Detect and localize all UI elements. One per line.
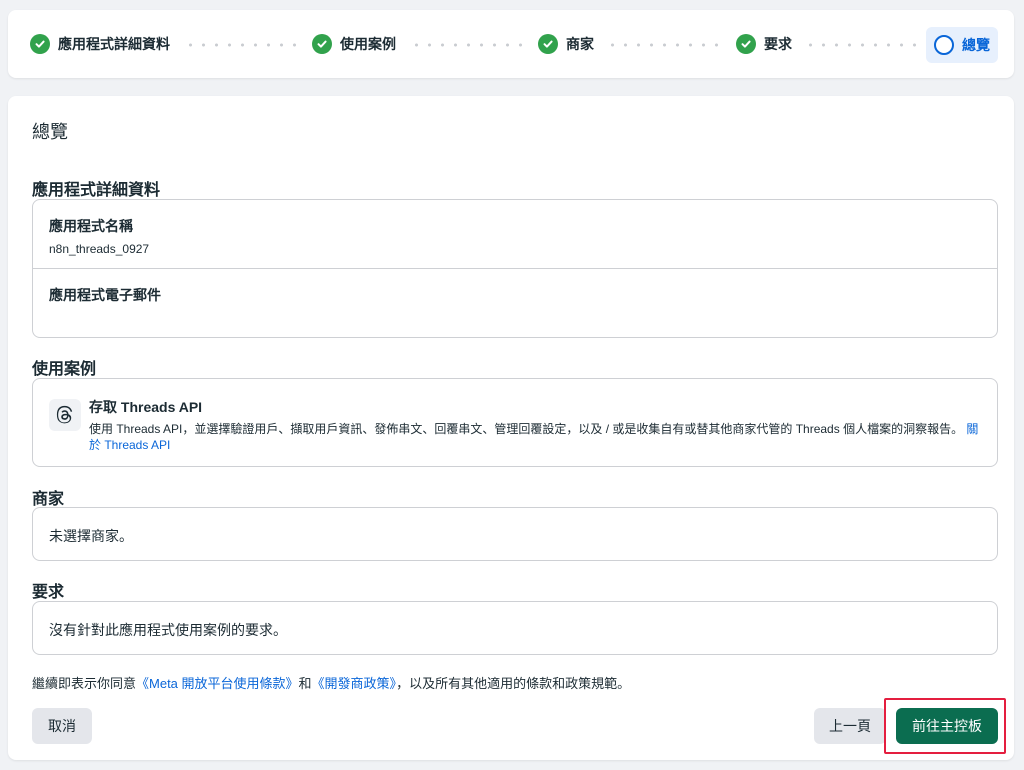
about-threads-api-link[interactable]: 關 [966, 422, 978, 436]
step-connector [804, 43, 918, 47]
step-requirements[interactable]: 要求 [736, 32, 792, 56]
app-email-label: 應用程式電子郵件 [49, 287, 161, 303]
step-label: 要求 [764, 36, 792, 52]
meta-platform-terms-link[interactable]: 《Meta 開放平台使用條款》 [136, 676, 299, 691]
back-button[interactable]: 上一頁 [814, 708, 886, 744]
check-circle-icon [312, 34, 332, 54]
cancel-button[interactable]: 取消 [32, 708, 92, 744]
use-case-box: 存取 Threads API 使用 Threads API，並選擇驗證用戶、擷取… [32, 378, 998, 467]
terms-suffix: ，以及所有其他適用的條款和政策規範。 [396, 676, 631, 691]
step-label: 使用案例 [340, 36, 396, 52]
requirements-box: 沒有針對此應用程式使用案例的要求。 [32, 601, 998, 655]
requirements-value: 沒有針對此應用程式使用案例的要求。 [49, 622, 287, 638]
about-threads-api-link-cont[interactable]: 於 Threads API [89, 438, 170, 452]
use-case-title: 存取 Threads API [89, 399, 203, 415]
terms-prefix: 繼續即表示你同意 [32, 676, 137, 691]
step-label: 應用程式詳細資料 [58, 36, 170, 52]
business-value: 未選擇商家。 [49, 528, 133, 544]
app-name-label: 應用程式名稱 [49, 218, 133, 234]
section-title-business: 商家 [32, 491, 65, 508]
developer-policies-link[interactable]: 《開發商政策》 [312, 676, 397, 691]
check-circle-icon [736, 34, 756, 54]
use-case-description: 使用 Threads API，並選擇驗證用戶、擷取用戶資訊、發佈串文、回覆串文、… [89, 421, 985, 453]
step-overview[interactable]: 總覽 [926, 27, 998, 63]
step-app-details[interactable]: 應用程式詳細資料 [30, 32, 170, 56]
step-connector [606, 43, 728, 47]
section-title-use-cases: 使用案例 [32, 361, 97, 378]
current-step-circle-icon [934, 35, 954, 55]
step-use-cases[interactable]: 使用案例 [312, 32, 396, 56]
threads-logo-icon [49, 399, 81, 431]
terms-middle: 和 [298, 676, 312, 691]
terms-notice: 繼續即表示你同意《Meta 開放平台使用條款》和《開發商政策》，以及所有其他適用… [32, 673, 630, 692]
overview-card: 總覽 應用程式詳細資料 應用程式名稱 n8n_threads_0927 應用程式… [8, 96, 1014, 760]
step-connector [410, 43, 530, 47]
step-label: 總覽 [962, 37, 990, 53]
business-box: 未選擇商家。 [32, 507, 998, 561]
section-title-app-details: 應用程式詳細資料 [32, 182, 161, 199]
highlight-box [884, 698, 1006, 754]
check-circle-icon [30, 34, 50, 54]
use-case-description-text: 使用 Threads API，並選擇驗證用戶、擷取用戶資訊、發佈串文、回覆串文、… [89, 422, 964, 436]
progress-stepper: 應用程式詳細資料 使用案例 商家 要求 總覽 [8, 10, 1014, 78]
page-title: 總覽 [32, 122, 68, 142]
step-label: 商家 [566, 36, 594, 52]
check-circle-icon [538, 34, 558, 54]
section-title-requirements: 要求 [32, 584, 65, 601]
step-connector [184, 43, 304, 47]
step-business[interactable]: 商家 [538, 32, 594, 56]
app-details-box: 應用程式名稱 n8n_threads_0927 應用程式電子郵件 [32, 199, 998, 338]
app-name-value: n8n_threads_0927 [49, 242, 150, 256]
